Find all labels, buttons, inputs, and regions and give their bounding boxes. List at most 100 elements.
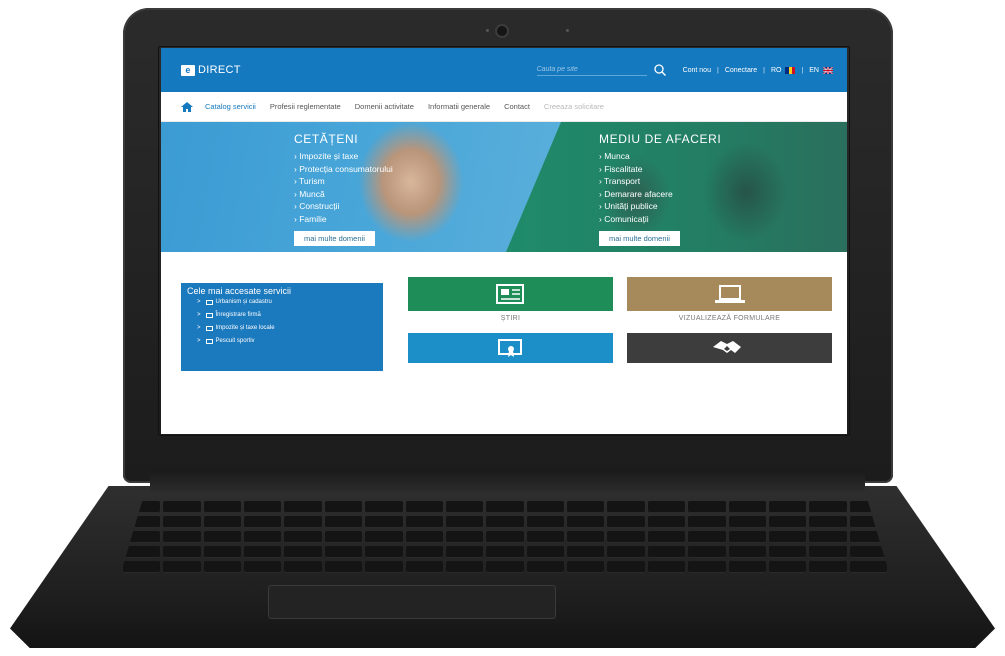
forms-tile[interactable]: VIZUALIZEAZĂ FORMULARE <box>627 277 832 327</box>
newspaper-icon <box>495 284 524 304</box>
citizens-link[interactable]: Familie <box>294 213 393 226</box>
citizens-link[interactable]: Turism <box>294 175 393 188</box>
nav-creeaza-solicitare[interactable]: Creeaza solicitare <box>544 102 604 111</box>
keyboard-key <box>203 501 242 513</box>
citizens-list: Impozite și taxe Protecția consumatorulu… <box>294 150 393 226</box>
search-icon[interactable] <box>653 63 667 77</box>
trackpad <box>268 585 556 619</box>
home-icon[interactable] <box>181 101 193 112</box>
keyboard-key <box>365 501 403 513</box>
keyboard-key <box>365 561 403 573</box>
business-link[interactable]: Fiscalitate <box>599 163 721 176</box>
keyboard-key <box>163 516 201 528</box>
keyboard-key <box>647 561 686 573</box>
site-logo[interactable]: e DIRECT <box>181 64 241 76</box>
citizens-panel: CETĂȚENI Impozite și taxe Protecția cons… <box>294 132 393 246</box>
register-link[interactable]: Cont nou <box>683 67 711 74</box>
lang-ro-link[interactable]: RO <box>771 67 782 74</box>
business-link[interactable]: Unități publice <box>599 200 721 213</box>
service-label: Pescuit sportiv <box>215 338 255 344</box>
nav-profesii-reglementate[interactable]: Profesii reglementate <box>270 102 341 111</box>
keyboard-key <box>203 561 242 573</box>
keyboard-key <box>244 561 282 573</box>
service-label: Impozite și taxe locale <box>215 325 275 331</box>
keyboard-key <box>324 561 363 573</box>
business-link[interactable]: Comunicații <box>599 213 721 226</box>
search-bar <box>536 63 667 77</box>
news-tile-band <box>408 277 613 311</box>
business-panel: MEDIU DE AFACERI Munca Fiscalitate Trans… <box>599 132 721 246</box>
forms-tile-band <box>627 277 832 311</box>
nav-contact[interactable]: Contact <box>504 102 530 111</box>
keyboard-key <box>607 531 645 543</box>
keyboard-key <box>728 531 766 543</box>
citizens-more-button[interactable]: mai multe domenii <box>294 230 375 246</box>
nav-informatii-generale[interactable]: Informatii generale <box>428 102 490 111</box>
document-icon <box>205 299 213 305</box>
keyboard-key <box>163 561 201 573</box>
citizens-link[interactable]: Protecția consumatorului <box>294 163 393 176</box>
service-label: Urbanism și cadastru <box>215 299 272 305</box>
keyboard-key <box>607 501 645 513</box>
main-nav: Catalog servicii Profesii reglementate D… <box>161 92 847 122</box>
chevron-right-icon: > <box>197 299 201 305</box>
keyboard-key <box>405 531 443 543</box>
business-more-button[interactable]: mai multe domenii <box>599 230 680 246</box>
service-link[interactable]: > Impozite și taxe locale <box>197 325 377 331</box>
business-link[interactable]: Transport <box>599 175 721 188</box>
business-title[interactable]: MEDIU DE AFACERI <box>599 132 721 146</box>
keyboard-key <box>728 501 766 513</box>
document-icon <box>205 338 213 344</box>
laptop-screen: e DIRECT Cont nou | Conectare | RO | EN <box>161 48 847 434</box>
keyboard-key <box>486 561 524 573</box>
keyboard-key <box>688 546 726 558</box>
keyboard-key <box>284 561 322 573</box>
laptop-icon <box>714 285 745 303</box>
popular-services-panel: Cele mai accesate servicii > Urbanism și … <box>181 283 383 371</box>
certificate-tile[interactable] <box>408 333 613 363</box>
citizens-link[interactable]: Muncă <box>294 188 393 201</box>
user-links: Cont nou | Conectare | RO | EN <box>683 66 833 74</box>
keyboard-key <box>365 531 403 543</box>
uk-flag-icon[interactable] <box>823 66 833 74</box>
keyboard-key <box>405 516 443 528</box>
keyboard-key <box>768 561 807 573</box>
keyboard-key <box>365 546 403 558</box>
popular-services-title: Cele mai accesate servicii <box>187 286 292 296</box>
keyboard-key <box>768 546 807 558</box>
lang-en-link[interactable]: EN <box>809 67 819 74</box>
keyboard-key <box>809 531 847 543</box>
keyboard-key <box>365 516 403 528</box>
keyboard-key <box>526 546 565 558</box>
login-link[interactable]: Conectare <box>725 67 757 74</box>
service-label: Înregistrare firmă <box>215 312 261 318</box>
nav-domenii-activitate[interactable]: Domenii activitate <box>355 102 414 111</box>
service-link[interactable]: > Urbanism și cadastru <box>197 299 377 305</box>
keyboard-key <box>647 531 686 543</box>
chevron-right-icon: > <box>197 338 201 344</box>
nav-catalog-servicii[interactable]: Catalog servicii <box>205 102 256 111</box>
keyboard-key <box>486 531 524 543</box>
service-link[interactable]: > Înregistrare firmă <box>197 312 377 318</box>
keyboard-key <box>445 516 484 528</box>
partnership-tile[interactable] <box>627 333 832 363</box>
service-link[interactable]: > Pescuit sportiv <box>197 338 377 344</box>
keyboard-key <box>567 561 605 573</box>
keyboard-key <box>688 501 726 513</box>
business-link[interactable]: Munca <box>599 150 721 163</box>
keyboard-key <box>688 561 726 573</box>
citizens-title[interactable]: CETĂȚENI <box>294 132 393 146</box>
keyboard-key <box>768 516 807 528</box>
search-input[interactable] <box>536 64 647 76</box>
business-link[interactable]: Demarare afacere <box>599 188 721 201</box>
citizens-link[interactable]: Construcții <box>294 200 393 213</box>
keyboard-key <box>607 516 645 528</box>
keyboard-key <box>486 501 524 513</box>
keyboard-key <box>244 501 282 513</box>
citizens-link[interactable]: Impozite și taxe <box>294 150 393 163</box>
keyboard-key <box>688 531 726 543</box>
keyboard-key <box>324 546 363 558</box>
romania-flag-icon[interactable] <box>785 66 796 74</box>
keyboard-key <box>567 516 605 528</box>
news-tile[interactable]: ȘTIRI <box>408 277 613 327</box>
